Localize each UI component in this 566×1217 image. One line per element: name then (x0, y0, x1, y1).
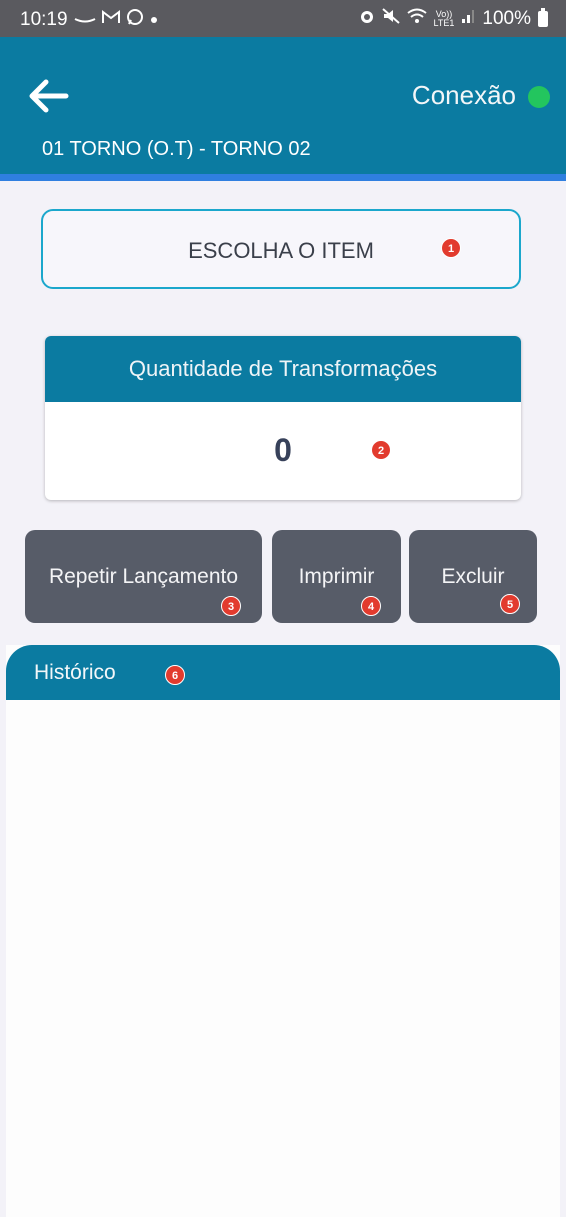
history-header: Histórico (6, 645, 560, 700)
volte-icon: Vo)) LTE1 (434, 10, 455, 28)
connection-status-dot (528, 86, 550, 108)
step-badge-3: 3 (221, 596, 241, 616)
gmail-icon (101, 10, 120, 30)
connection-label: Conexão (411, 80, 516, 110)
wifi-icon (406, 8, 427, 30)
print-label: Imprimir (298, 565, 375, 588)
repeat-entry-label: Repetir Lançamento (48, 565, 239, 588)
alarm-icon (359, 8, 375, 30)
lte-label: LTE1 (433, 18, 455, 28)
step-badge-1: 1 (441, 238, 461, 258)
status-bar: 10:19 Vo)) LTE1 100% (0, 0, 566, 37)
app-screen: 10:19 Vo)) LTE1 100% Conexão 01 TORNO (O… (0, 0, 566, 1217)
step-badge-4: 4 (361, 596, 381, 616)
status-time: 10:19 (20, 9, 68, 30)
header-accent-bar (0, 174, 566, 181)
mute-icon (381, 8, 400, 30)
history-panel: Histórico (6, 645, 560, 1217)
battery-icon (538, 8, 548, 27)
back-button[interactable] (26, 78, 70, 114)
machine-subtitle: 01 TORNO (O.T) - TORNO 02 (42, 138, 311, 160)
dot-icon (150, 10, 158, 30)
delete-label: Excluir (441, 565, 505, 588)
quantity-value: 0 (274, 432, 292, 468)
arrow-left-icon (29, 79, 69, 113)
battery-percent: 100% (482, 8, 531, 29)
print-button[interactable]: Imprimir (272, 530, 401, 623)
quantity-card: Quantidade de Transformações 0 (45, 336, 521, 500)
step-badge-6: 6 (165, 665, 185, 685)
whatsapp-icon (126, 8, 144, 32)
status-left: 10:19 (20, 8, 158, 32)
step-badge-5: 5 (500, 594, 520, 614)
quantity-title: Quantidade de Transformações (45, 336, 521, 402)
signal-icon (461, 8, 475, 30)
voicemail-icon (74, 10, 96, 30)
history-title: Histórico (34, 661, 116, 684)
step-badge-2: 2 (371, 440, 391, 460)
status-right: Vo)) LTE1 100% (359, 8, 548, 30)
